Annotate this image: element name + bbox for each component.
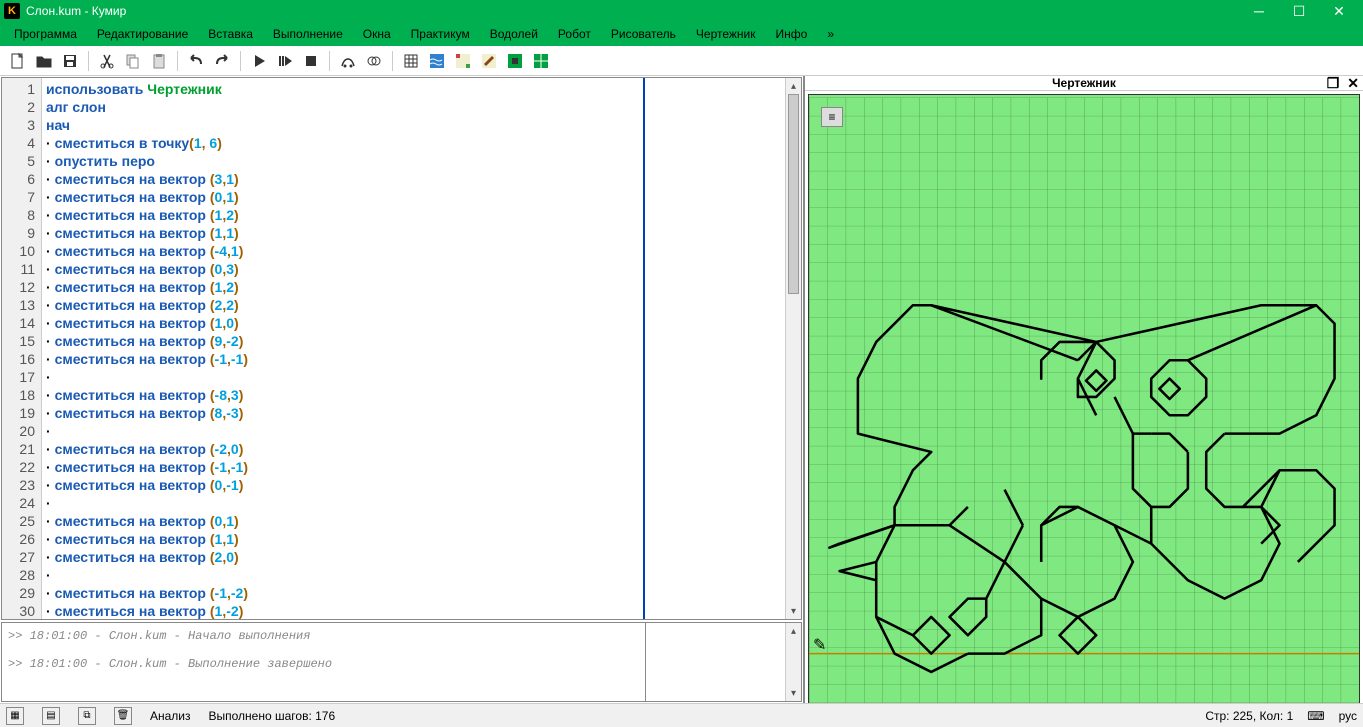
keyboard-icon: ⌨ <box>1307 709 1324 723</box>
stop-button[interactable] <box>299 49 323 73</box>
minimize-button[interactable]: ─ <box>1239 0 1279 22</box>
robot-button[interactable] <box>503 49 527 73</box>
status-steps: Выполнено шагов: 176 <box>209 709 336 723</box>
new-file-button[interactable] <box>6 49 30 73</box>
menu-робот[interactable]: Робот <box>548 24 601 44</box>
console-side <box>645 623 785 701</box>
menu-окна[interactable]: Окна <box>353 24 401 44</box>
grid-button[interactable] <box>399 49 423 73</box>
open-file-button[interactable] <box>32 49 56 73</box>
statusbar: ▦ ▤ ⧉ 🗑 Анализ Выполнено шагов: 176 Стр:… <box>0 703 1363 727</box>
close-button[interactable]: ✕ <box>1319 0 1359 22</box>
status-icon-4[interactable]: 🗑 <box>114 707 132 725</box>
console-log[interactable]: >> 18:01:00 - Слон.kum - Начало выполнен… <box>2 623 645 701</box>
editor-margin <box>645 78 785 619</box>
panel-title-text: Чертежник <box>1052 76 1116 90</box>
undo-button[interactable] <box>184 49 208 73</box>
actor-2-button[interactable] <box>362 49 386 73</box>
status-position: Стр: 225, Кол: 1 <box>1205 709 1293 723</box>
app-logo-icon: K <box>4 3 20 19</box>
line-gutter: 1234567891011121314151617181920212223242… <box>2 78 42 619</box>
scroll-down-icon[interactable]: ▾ <box>786 685 801 701</box>
console-scrollbar[interactable]: ▴ ▾ <box>785 623 801 701</box>
scroll-up-icon[interactable]: ▴ <box>786 623 801 639</box>
menu-чертежник[interactable]: Чертежник <box>686 24 766 44</box>
pencil-icon: ✎ <box>813 635 826 655</box>
step-button[interactable] <box>273 49 297 73</box>
menu-вставка[interactable]: Вставка <box>198 24 263 44</box>
scroll-thumb[interactable] <box>788 94 799 294</box>
menu-программа[interactable]: Программа <box>4 24 87 44</box>
canvas-menu-button[interactable]: ≡ <box>821 107 843 127</box>
paste-button[interactable] <box>147 49 171 73</box>
status-icon-3[interactable]: ⧉ <box>78 707 96 725</box>
scroll-up-icon[interactable]: ▴ <box>786 78 801 94</box>
maximize-button[interactable]: ☐ <box>1279 0 1319 22</box>
redo-button[interactable] <box>210 49 234 73</box>
status-icon-1[interactable]: ▦ <box>6 707 24 725</box>
cut-button[interactable] <box>95 49 119 73</box>
editor-scrollbar[interactable]: ▴ ▾ <box>785 78 801 619</box>
panel-close-icon[interactable]: ✕ <box>1347 76 1359 92</box>
menubar: ПрограммаРедактированиеВставкаВыполнение… <box>0 22 1363 46</box>
toolbar <box>0 46 1363 76</box>
status-icon-2[interactable]: ▤ <box>42 707 60 725</box>
output-console: >> 18:01:00 - Слон.kum - Начало выполнен… <box>1 622 802 702</box>
panel-maximize-icon[interactable]: ❐ <box>1327 76 1340 92</box>
menu-практикум[interactable]: Практикум <box>401 24 480 44</box>
menu-»[interactable]: » <box>817 24 844 44</box>
save-file-button[interactable] <box>58 49 82 73</box>
status-analysis: Анализ <box>150 709 191 723</box>
drawing-canvas[interactable]: ≡ <box>808 94 1360 703</box>
brush-button[interactable] <box>477 49 501 73</box>
code-text[interactable]: использовать Чертежникалг слоннач· смест… <box>42 78 645 619</box>
actor-1-button[interactable] <box>336 49 360 73</box>
drawer-panel-title: Чертежник ❐ ✕ <box>805 76 1363 91</box>
copy-button[interactable] <box>121 49 145 73</box>
menu-рисователь[interactable]: Рисователь <box>601 24 686 44</box>
window-title: Слон.kum - Кумир <box>26 4 126 18</box>
code-editor[interactable]: 1234567891011121314151617181920212223242… <box>1 77 802 620</box>
draw-button[interactable] <box>529 49 553 73</box>
menu-редактирование[interactable]: Редактирование <box>87 24 198 44</box>
menu-инфо[interactable]: Инфо <box>766 24 818 44</box>
water-button[interactable] <box>425 49 449 73</box>
status-lang: рус <box>1339 709 1357 723</box>
run-button[interactable] <box>247 49 271 73</box>
scroll-down-icon[interactable]: ▾ <box>786 603 801 619</box>
grid-svg <box>809 95 1359 703</box>
titlebar: K Слон.kum - Кумир ─ ☐ ✕ <box>0 0 1363 22</box>
paint-button[interactable] <box>451 49 475 73</box>
menu-водолей[interactable]: Водолей <box>480 24 548 44</box>
menu-выполнение[interactable]: Выполнение <box>263 24 353 44</box>
